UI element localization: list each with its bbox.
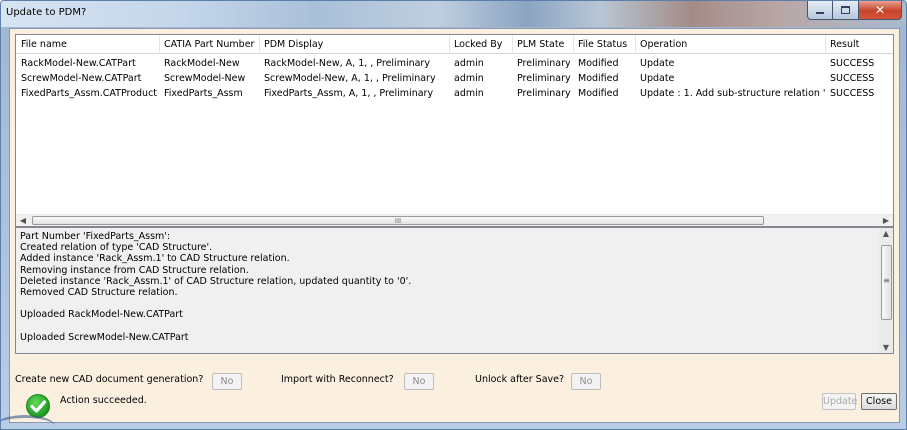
- cell-plm-state: Preliminary: [517, 73, 571, 84]
- reconnect-label: Import with Reconnect?: [281, 374, 394, 385]
- log-line: Uploaded ScrewModel-New.CATPart: [20, 331, 189, 343]
- log-line: Deleted instance 'Rack_Assm.1' of CAD St…: [20, 275, 412, 287]
- log-text: Part Number 'FixedParts_Assm': Created r…: [20, 231, 875, 343]
- new-generation-label: Create new CAD document generation?: [15, 374, 204, 385]
- scroll-down-icon[interactable]: ▼: [879, 342, 893, 353]
- cell-operation: Update: [640, 73, 675, 84]
- horizontal-scroll-thumb[interactable]: III: [32, 216, 764, 225]
- table-row[interactable]: RackModel-New.CATPart RackModel-New Rack…: [16, 56, 893, 71]
- cell-file-name: FixedParts_Assm.CATProduct: [21, 88, 158, 99]
- col-header-result[interactable]: Result: [825, 35, 893, 54]
- new-generation-toggle[interactable]: No: [212, 373, 242, 390]
- cell-plm-state: Preliminary: [517, 58, 571, 69]
- log-line: Part Number 'FixedParts_Assm':: [20, 231, 171, 242]
- window-controls: ✕: [807, 1, 902, 20]
- cell-file-status: Modified: [578, 88, 619, 99]
- col-header-pdm-display[interactable]: PDM Display: [259, 35, 449, 54]
- minimize-button[interactable]: [807, 1, 833, 20]
- col-header-catia-part-number[interactable]: CATIA Part Number: [159, 35, 259, 54]
- horizontal-scrollbar[interactable]: ◀ III ▶: [16, 214, 893, 226]
- cell-locked-by: admin: [454, 73, 484, 84]
- status-bar: Action succeeded.: [15, 391, 895, 421]
- log-line: Removed CAD Structure relation.: [20, 286, 178, 298]
- cell-file-status: Modified: [578, 58, 619, 69]
- cell-pdm-display: ScrewModel-New, A, 1, , Preliminary: [264, 73, 436, 84]
- table-row[interactable]: ScrewModel-New.CATPart ScrewModel-New Sc…: [16, 71, 893, 86]
- log-line: Uploaded RackModel-New.CATPart: [20, 309, 183, 321]
- col-header-locked-by[interactable]: Locked By: [449, 35, 512, 54]
- cell-file-name: ScrewModel-New.CATPart: [21, 73, 142, 84]
- cell-plm-state: Preliminary: [517, 88, 571, 99]
- scroll-right-icon[interactable]: ▶: [879, 215, 893, 226]
- scroll-grip-icon: ≡: [883, 276, 890, 285]
- cell-catia-part-number: RackModel-New: [164, 58, 240, 69]
- scroll-left-icon[interactable]: ◀: [16, 215, 30, 226]
- col-header-operation[interactable]: Operation: [635, 35, 825, 54]
- cell-file-status: Modified: [578, 73, 619, 84]
- cell-result: SUCCESS: [830, 73, 875, 84]
- col-header-plm-state[interactable]: PLM State: [512, 35, 573, 54]
- log-line: Created relation of type 'CAD Structure'…: [20, 242, 213, 254]
- minimize-icon: [816, 12, 824, 14]
- unlock-label: Unlock after Save?: [475, 374, 565, 385]
- cell-result: SUCCESS: [830, 88, 875, 99]
- scroll-grip-icon: III: [394, 217, 402, 225]
- cell-catia-part-number: ScrewModel-New: [164, 73, 246, 84]
- dialog-window: Update to PDM? ✕ File name CATIA Part Nu…: [0, 0, 907, 430]
- scroll-up-icon[interactable]: ▲: [879, 228, 893, 239]
- cell-file-name: RackModel-New.CATPart: [21, 58, 136, 69]
- maximize-button[interactable]: [833, 1, 859, 20]
- files-grid: File name CATIA Part Number PDM Display …: [15, 34, 894, 227]
- reconnect-toggle[interactable]: No: [404, 373, 434, 390]
- log-line: Added instance 'Rack_Assm.1' to CAD Stru…: [20, 253, 290, 265]
- unlock-toggle[interactable]: No: [571, 373, 601, 390]
- grid-header: File name CATIA Part Number PDM Display …: [16, 35, 893, 54]
- update-button[interactable]: Update: [822, 393, 857, 410]
- close-window-button[interactable]: ✕: [859, 1, 902, 20]
- dialog-body: File name CATIA Part Number PDM Display …: [9, 28, 900, 423]
- log-output[interactable]: Part Number 'FixedParts_Assm': Created r…: [15, 227, 894, 354]
- cell-catia-part-number: FixedParts_Assm: [164, 88, 243, 99]
- cell-locked-by: admin: [454, 58, 484, 69]
- maximize-icon: [841, 6, 850, 14]
- close-button[interactable]: Close: [861, 393, 897, 410]
- cell-locked-by: admin: [454, 88, 484, 99]
- cell-operation: Update : 1. Add sub-structure relation "…: [640, 88, 825, 99]
- window-title: Update to PDM?: [6, 7, 87, 18]
- cell-operation: Update: [640, 58, 675, 69]
- status-message: Action succeeded.: [60, 395, 147, 406]
- log-line: Removing instance from CAD Structure rel…: [20, 264, 249, 276]
- title-bar[interactable]: Update to PDM? ✕: [1, 1, 906, 27]
- cell-result: SUCCESS: [830, 58, 875, 69]
- col-header-file-status[interactable]: File Status: [573, 35, 635, 54]
- vertical-scroll-thumb[interactable]: ≡: [881, 245, 892, 320]
- close-icon: ✕: [874, 3, 886, 17]
- table-row[interactable]: FixedParts_Assm.CATProduct FixedParts_As…: [16, 86, 893, 101]
- options-row: Create new CAD document generation? No I…: [15, 373, 895, 393]
- col-header-file-name[interactable]: File name: [16, 35, 159, 54]
- cell-pdm-display: RackModel-New, A, 1, , Preliminary: [264, 58, 430, 69]
- vertical-scrollbar[interactable]: ▲ ≡ ▼: [879, 228, 893, 353]
- cell-pdm-display: FixedParts_Assm, A, 1, , Preliminary: [264, 88, 434, 99]
